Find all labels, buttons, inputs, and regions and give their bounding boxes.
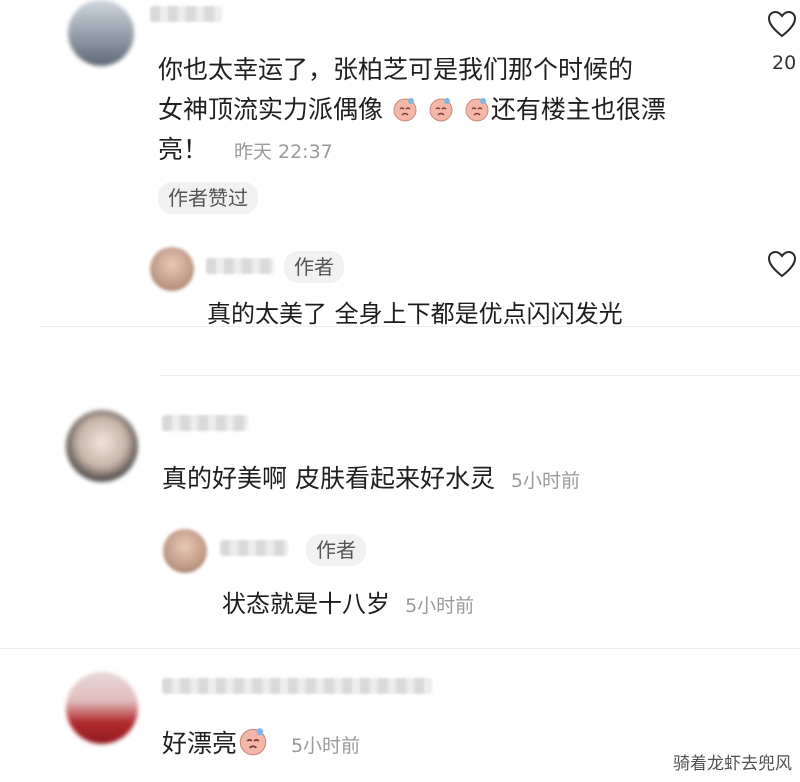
crying-face-emoji-icon [393, 98, 417, 122]
reply-time: 5小时前 [405, 595, 475, 617]
username-blurred[interactable] [150, 6, 222, 22]
username-blurred[interactable] [220, 540, 288, 556]
author-tag: 作者 [284, 251, 344, 283]
avatar[interactable] [66, 672, 138, 744]
crying-face-emoji-icon [429, 98, 453, 122]
comment-time: 5小时前 [290, 735, 361, 757]
watermark: 骑着龙虾去兜风 [673, 754, 792, 774]
like-count: 20 [772, 52, 797, 74]
avatar[interactable] [66, 410, 138, 482]
like-heart-icon[interactable] [767, 10, 797, 38]
crying-face-emoji-icon [239, 728, 267, 756]
username-blurred[interactable] [206, 258, 274, 274]
avatar[interactable] [68, 0, 134, 66]
reply-text: 真的太美了 全身上下都是优点闪闪发光 [207, 300, 623, 328]
divider [0, 648, 800, 649]
divider [160, 375, 800, 376]
username-blurred[interactable] [162, 415, 248, 431]
author-liked-badge: 作者赞过 [158, 182, 258, 214]
comment-text: 好漂亮 5小时前 [162, 726, 360, 763]
comment-time: 5小时前 [510, 470, 580, 492]
comment-text: 真的好美啊 皮肤看起来好水灵 5小时前 [162, 464, 580, 493]
username-blurred[interactable] [162, 678, 432, 694]
author-tag: 作者 [306, 534, 366, 566]
reply-text: 状态就是十八岁 5小时前 [222, 590, 475, 618]
avatar[interactable] [163, 529, 207, 573]
avatar[interactable] [150, 247, 194, 291]
comment-text: 你也太幸运了，张柏芝可是我们那个时候的 女神顶流实力派偶像 还有楼主也很漂 亮！… [158, 55, 666, 164]
crying-face-emoji-icon [465, 98, 489, 122]
like-heart-icon[interactable] [767, 250, 797, 278]
divider [40, 326, 800, 327]
comment-time: 昨天 22:37 [233, 141, 333, 163]
